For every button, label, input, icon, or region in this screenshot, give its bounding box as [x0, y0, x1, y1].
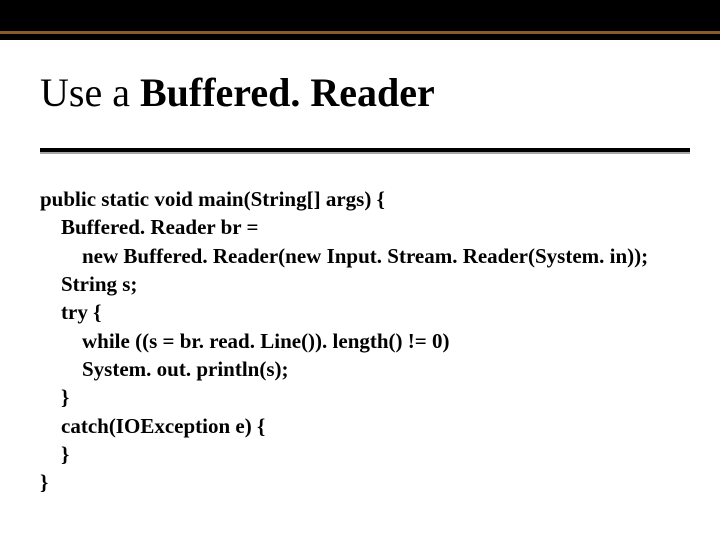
- slide-title: Use a Buffered. Reader: [40, 72, 435, 114]
- code-line: while ((s = br. read. Line()). length() …: [40, 329, 450, 353]
- code-line: }: [40, 385, 69, 409]
- code-line: }: [40, 442, 69, 466]
- code-line: try {: [40, 300, 101, 324]
- code-line: new Buffered. Reader(new Input. Stream. …: [40, 244, 648, 268]
- code-block: public static void main(String[] args) {…: [40, 185, 648, 497]
- code-line: System. out. println(s);: [40, 357, 289, 381]
- code-line: Buffered. Reader br =: [40, 215, 258, 239]
- code-line: String s;: [40, 272, 137, 296]
- top-bar-accent-stripe: [0, 31, 720, 34]
- code-line: public static void main(String[] args) {: [40, 187, 385, 211]
- title-bold: Buffered. Reader: [140, 70, 435, 115]
- title-prefix: Use a: [40, 70, 140, 115]
- top-bar: [0, 0, 720, 40]
- title-underline: [40, 148, 690, 152]
- code-line: catch(IOException e) {: [40, 414, 265, 438]
- code-line: }: [40, 470, 48, 494]
- slide: Use a Buffered. Reader public static voi…: [0, 0, 720, 540]
